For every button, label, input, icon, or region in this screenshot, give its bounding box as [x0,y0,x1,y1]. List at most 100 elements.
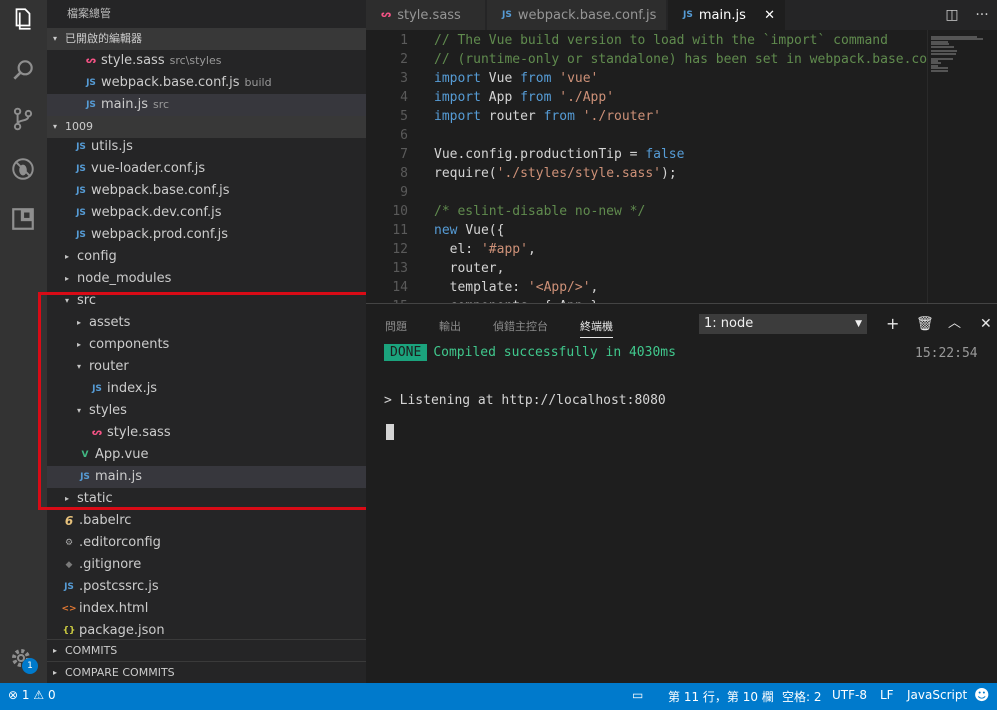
file-item[interactable]: JS index.js [47,378,366,400]
indentation[interactable]: 空格: 2 [782,688,822,705]
chevron-right-icon: ▸ [53,667,58,677]
tree-label: utils.js [91,139,133,154]
tab-style-sass[interactable]: ᔕ style.sass [366,0,486,30]
search-icon[interactable] [8,55,38,85]
open-editors-header[interactable]: ▾ 已開啟的編輯器 [47,28,366,50]
explorer-sidebar: 檔案總管 ▾ 已開啟的編輯器 ᔕ style.sass src\styles JS we… [47,0,366,683]
close-panel-icon[interactable]: ✕ [980,314,992,334]
open-editors-label: 已開啟的編輯器 [65,32,142,45]
terminal-output[interactable]: DONE Compiled successfully in 4030ms 15:2… [384,344,978,440]
project-folder-header[interactable]: ▾ 1009 [47,116,366,138]
open-editor-item[interactable]: JS webpack.base.conf.js build [47,72,366,94]
extensions-icon[interactable] [8,204,38,234]
chevron-down-icon: ▾ [77,406,82,415]
file-path: build [244,76,272,89]
file-item[interactable]: 6 .babelrc [47,510,366,532]
file-name: webpack.base.conf.js [101,75,240,90]
file-item[interactable]: <> index.html [47,598,366,620]
file-name: style.sass [101,53,165,68]
code-line: 7 Vue.config.productionTip = false [366,145,966,164]
file-item[interactable]: JS main.js [47,466,366,488]
terminal-toggle-icon[interactable]: ▭ [632,688,643,702]
open-editor-item[interactable]: ᔕ style.sass src\styles [47,50,366,72]
code-token: router, [434,261,505,276]
code-token: ); [661,166,677,181]
project-folder-label: 1009 [65,120,93,133]
trash-icon[interactable]: 🗑 [916,314,934,334]
code-token: , [590,280,599,295]
commits-label: COMMITS [65,643,118,657]
split-editor-icon[interactable]: ◫ [937,7,967,23]
folder-item[interactable]: ▸ config [47,246,366,268]
notification-badge: 1 [22,658,38,674]
tab-problems[interactable]: 問題 [385,318,407,334]
errors-indicator[interactable]: ⊗ 1 ⚠ 0 [8,688,56,702]
language-mode[interactable]: JavaScript [907,688,967,702]
chevron-down-icon: ▾ [53,122,58,131]
open-editor-item[interactable]: JS main.js src [47,94,366,116]
code-line: 9 [366,183,966,202]
code-token: './styles/style.sass' [496,166,661,181]
minimap[interactable] [927,30,997,303]
sass-file-icon: ᔕ [91,428,103,438]
tree-label: vue-loader.conf.js [91,161,206,176]
tree-label: style.sass [107,425,171,440]
tree-label: .gitignore [79,557,142,572]
folder-item[interactable]: ▸ assets [47,312,366,334]
maximize-panel-icon[interactable]: ︿ [948,314,961,334]
file-name: main.js [101,97,148,112]
code-token: el: [434,242,481,257]
close-icon[interactable]: ✕ [764,8,775,23]
code-token: import [434,109,489,124]
file-item[interactable]: JS webpack.base.conf.js [47,180,366,202]
tab-terminal[interactable]: 終端機 [580,318,613,338]
file-item[interactable]: JS webpack.prod.conf.js [47,224,366,246]
tree-label: styles [89,403,127,418]
file-item[interactable]: JS utils.js [47,136,366,158]
file-item[interactable]: ⚙ .editorconfig [47,532,366,554]
new-terminal-icon[interactable]: + [886,314,899,334]
encoding[interactable]: UTF-8 [832,688,867,702]
tree-label: App.vue [95,447,149,462]
folder-item[interactable]: ▾ router [47,356,366,378]
listen-message: > Listening at http://localhost:8080 [384,393,666,408]
sass-file-icon: ᔕ [381,10,392,20]
line-number: 8 [400,166,408,181]
file-item[interactable]: JS .postcssrc.js [47,576,366,598]
tree-label: .babelrc [79,513,132,528]
explorer-icon[interactable] [8,4,38,34]
tab-debug-console[interactable]: 偵錯主控台 [493,318,548,334]
tree-label: index.js [107,381,158,396]
code-token: template: [434,280,528,295]
folder-item[interactable]: ▸ node_modules [47,268,366,290]
folder-item[interactable]: ▸ static [47,488,366,510]
folder-item[interactable]: ▾ styles [47,400,366,422]
commits-section[interactable]: ▸ COMMITS [47,639,366,661]
tab-webpack-base-conf[interactable]: JS webpack.base.conf.js [487,0,667,30]
tab-main-js[interactable]: JS main.js ✕ [668,0,786,30]
compare-commits-section[interactable]: ▸ COMPARE COMMITS [47,661,366,683]
cursor-position[interactable]: 第 11 行，第 10 欄 [668,688,774,705]
file-path: src\styles [169,54,222,67]
feedback-smiley-icon[interactable]: ☻ [974,686,990,704]
source-control-icon[interactable] [8,104,38,134]
code-line: 8 require('./styles/style.sass'); [366,164,966,183]
code-token: /* eslint-disable no-new */ [434,204,646,219]
tab-label: main.js [698,7,746,23]
file-item[interactable]: ᔕ style.sass [47,422,366,444]
code-line: 14 template: '<App/>', [366,278,966,297]
folder-item[interactable]: ▾ src [47,290,366,312]
file-item[interactable]: JS vue-loader.conf.js [47,158,366,180]
line-ending[interactable]: LF [880,688,894,702]
tree-label: .editorconfig [79,535,161,550]
file-item[interactable]: ◆ .gitignore [47,554,366,576]
file-item[interactable]: V App.vue [47,444,366,466]
more-actions-icon[interactable]: ··· [967,7,997,23]
code-token: new [434,223,466,238]
tab-output[interactable]: 輸出 [439,318,461,334]
file-item[interactable]: JS webpack.dev.conf.js [47,202,366,224]
debug-icon[interactable] [8,154,38,184]
terminal-select[interactable]: 1: node ▼ [699,314,867,334]
folder-item[interactable]: ▸ components [47,334,366,356]
code-editor[interactable]: 1 // The Vue build version to load with t… [366,30,997,303]
